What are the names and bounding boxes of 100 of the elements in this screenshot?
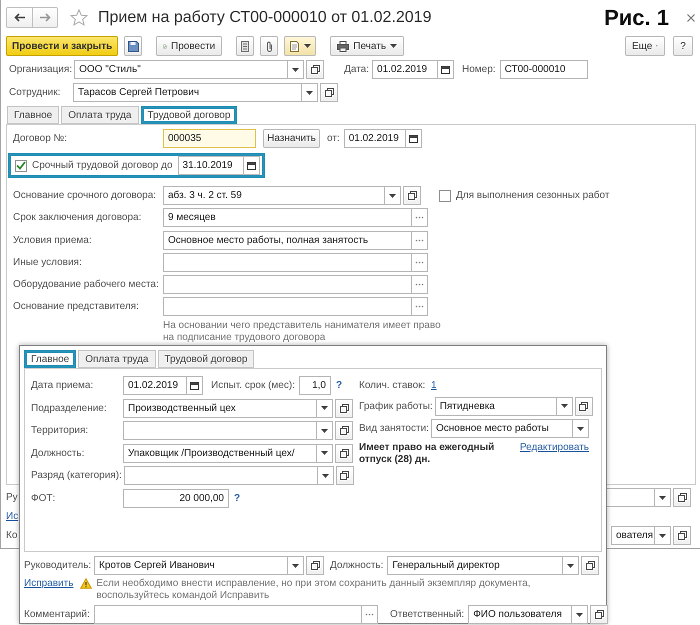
input-field[interactable]: 01.02.2019 [344,129,405,148]
input-field[interactable]: 000035 [163,129,256,148]
arrow-left-icon [14,13,25,22]
fix-link[interactable]: Исправить [24,578,74,589]
help-link[interactable]: ? [336,380,342,391]
create-based-button[interactable] [284,36,316,56]
calendar-button[interactable] [186,376,203,395]
input-field[interactable]: 9 месяцев [163,208,411,228]
dropdown-button[interactable] [654,526,671,545]
dropdown-button[interactable] [316,444,333,462]
field-label: Ко [6,530,18,541]
dropdown-button[interactable] [556,396,573,416]
calendar-button[interactable] [404,129,422,148]
input-field[interactable] [124,466,317,485]
input-field[interactable]: 01.02.2019 [372,60,438,79]
input-field[interactable]: ООО "Стиль" [74,60,288,79]
field-label: Основание представителя: [13,301,139,312]
caret-icon [659,496,666,500]
journal-button[interactable] [236,36,254,56]
input-field[interactable]: СТ00-000010 [500,60,588,79]
more-icon [415,283,424,286]
dropdown-button[interactable] [654,488,671,507]
tab[interactable]: Главное [7,106,60,124]
open-button[interactable] [320,83,338,102]
link[interactable]: Ис [6,511,18,522]
dropdown-button[interactable] [316,398,333,418]
star-icon[interactable] [70,9,88,26]
input-field[interactable] [94,605,361,624]
tab[interactable]: Главное [24,350,76,368]
caret-icon [567,564,574,568]
post-button[interactable]: Провести [156,36,222,56]
calendar-button[interactable] [242,156,260,175]
input-field[interactable]: Производственный цех [123,398,316,418]
open-button[interactable] [574,396,593,416]
open-button[interactable] [403,186,421,205]
dropdown-button[interactable] [384,186,401,205]
open-icon [678,493,686,502]
input-field[interactable]: 31.10.2019 [178,156,243,175]
input-field[interactable]: Тарасов Сергей Петрович [73,83,301,102]
open-button[interactable] [335,421,353,440]
input-field[interactable]: Генеральный директор [387,556,562,575]
input-field[interactable] [123,421,316,440]
input-field[interactable]: 01.02.2019 [123,376,186,395]
open-button[interactable] [335,444,353,462]
tab[interactable]: Трудовой договор [158,350,254,368]
input-field[interactable] [163,252,411,272]
dropdown-button[interactable] [287,60,304,79]
dropdown-button[interactable] [316,421,333,440]
more-button[interactable]: Еще [625,36,665,56]
help-link[interactable]: ? [234,492,240,504]
input-field[interactable]: Кротов Сергей Иванович [94,556,287,575]
input-field[interactable] [163,275,411,294]
dropdown-button[interactable] [301,83,318,102]
assign-button[interactable]: Назначить [263,129,320,148]
calendar-button[interactable] [437,60,454,79]
input-field[interactable]: абз. 3 ч. 2 ст. 59 [163,186,384,205]
open-button[interactable] [306,60,324,79]
input-field[interactable]: 1,0 [298,376,331,395]
open-button[interactable] [306,556,324,575]
input-field[interactable]: Основное место работы [431,419,572,438]
checkbox[interactable] [439,190,451,202]
floppy-icon [128,40,139,52]
dropdown-button[interactable] [572,419,589,438]
dropdown-button[interactable] [571,605,588,624]
open-button[interactable] [335,398,353,418]
caret-icon [560,404,568,408]
rates-link[interactable]: 1 [431,380,437,391]
open-button[interactable] [673,488,691,507]
open-button[interactable] [581,556,600,575]
tab[interactable]: Трудовой договор [140,106,238,124]
dropdown-button[interactable] [316,466,334,485]
open-button[interactable] [673,526,691,545]
open-icon [310,65,320,74]
input-field[interactable]: ФИО пользователя [468,605,572,624]
open-button[interactable] [336,466,354,485]
tab[interactable]: Оплата труда [61,106,138,124]
help-button[interactable]: ? [673,36,693,56]
close-icon[interactable] [687,14,695,22]
input-field[interactable]: Пятидневка [434,396,556,416]
input-field[interactable]: 20 000,00 [123,488,229,508]
input-field[interactable]: ователя [611,526,654,545]
field-label: Иные условия: [13,256,82,268]
tab[interactable]: Оплата труда [78,350,156,368]
calendar-icon [408,134,418,142]
input-field[interactable] [163,297,411,316]
checkbox[interactable] [15,160,27,172]
open-icon [340,404,348,412]
open-icon [340,426,348,435]
save-button[interactable] [124,36,142,56]
dropdown-button[interactable] [562,556,580,575]
input-field[interactable]: Основное место работы, полная занятость [163,230,411,250]
field-label: Оборудование рабочего места: [13,279,159,290]
paperclip-icon [264,40,274,52]
dropdown-button[interactable] [287,556,304,575]
open-button[interactable] [590,605,608,624]
print-button[interactable]: Печать [330,36,404,56]
edit-link[interactable]: Редактировать [520,442,589,452]
attach-button[interactable] [260,36,278,56]
post-and-close-button[interactable]: Провести и закрыть [6,36,118,56]
input-field[interactable]: Упаковщик /Производственный цех/ [123,444,316,462]
